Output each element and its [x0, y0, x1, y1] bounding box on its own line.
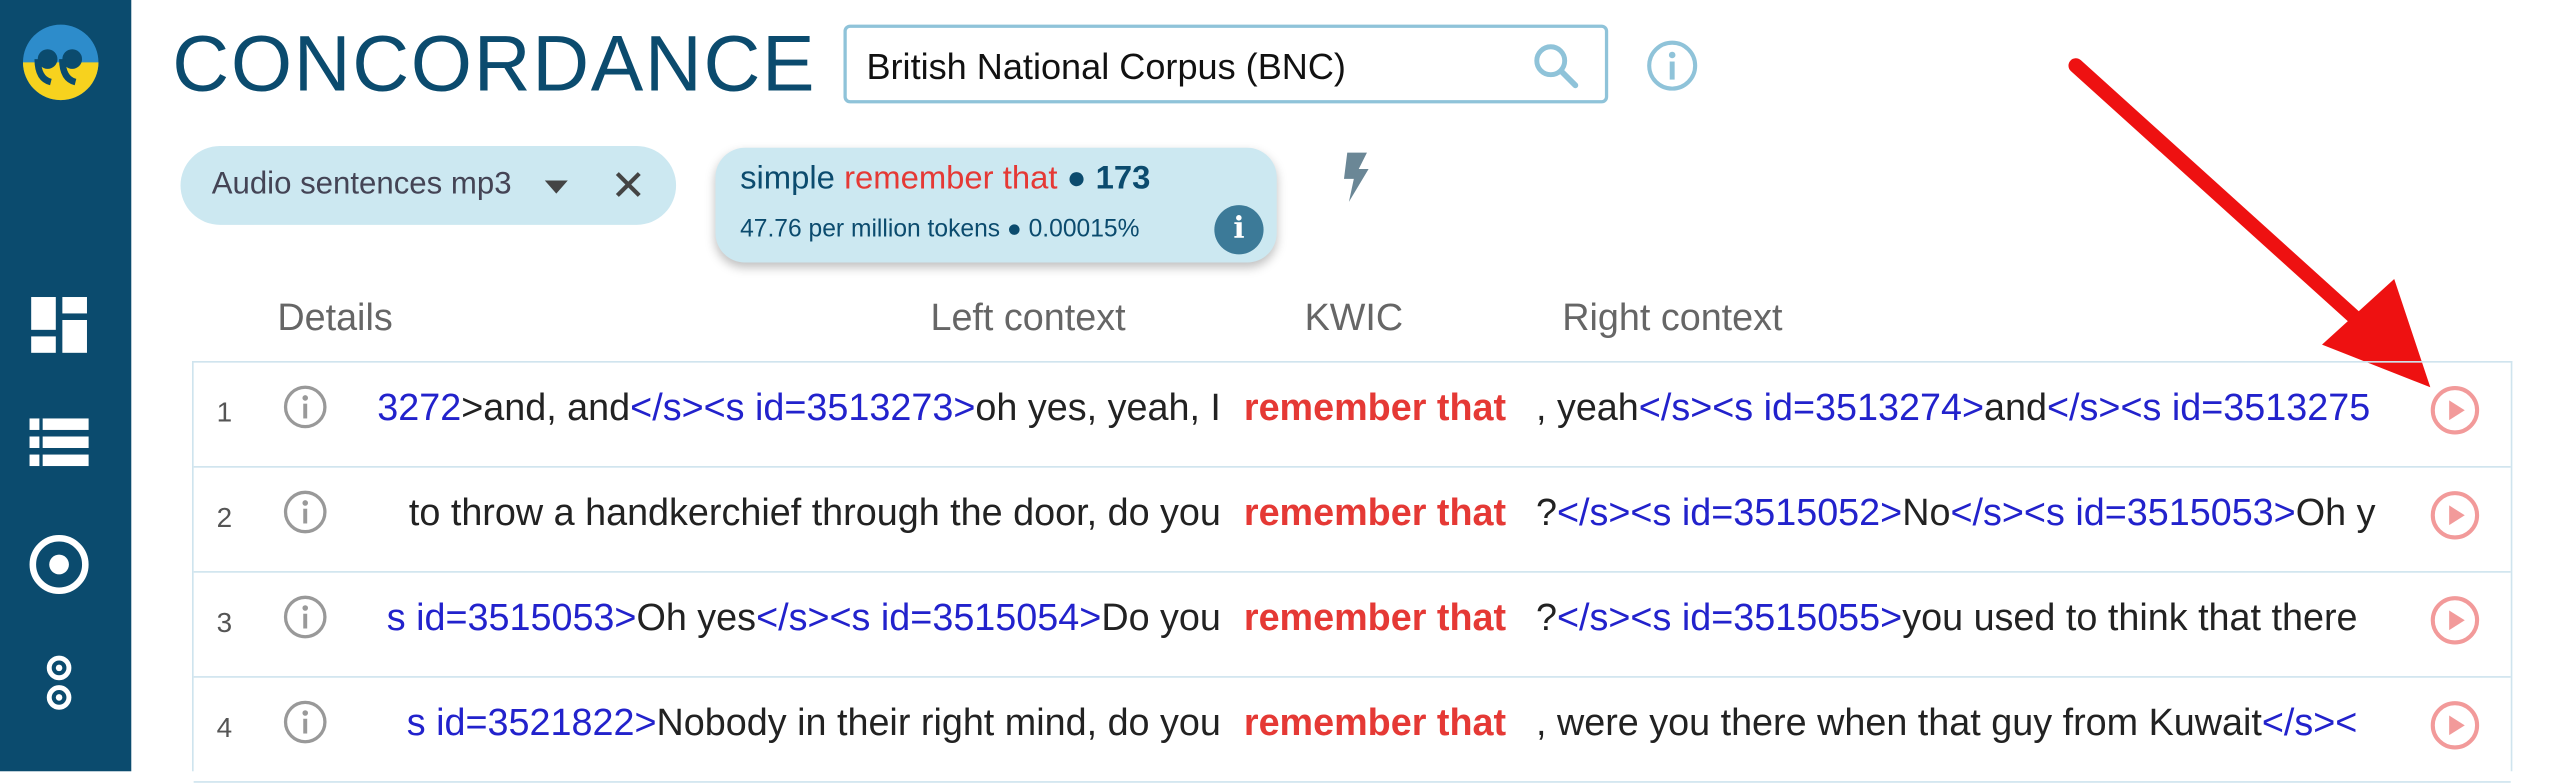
context-text: oh yes, yeah, I — [975, 385, 1221, 429]
column-kwic[interactable]: KWIC — [1305, 295, 1404, 339]
column-left-context[interactable]: Left context — [930, 295, 1125, 339]
sentence-tag: </s>< — [2261, 700, 2358, 744]
play-icon[interactable] — [2429, 699, 2482, 752]
sidebar — [0, 0, 132, 772]
table-row[interactable]: 4 s id=3521822>Nobody in their right mind… — [193, 678, 2511, 783]
left-context: 3272>and, and</s><s id=3513273>oh yes, y… — [364, 386, 1221, 435]
context-text: No — [1902, 490, 1951, 534]
right-context: ?</s><s id=3515052>No</s><s id=3515053>O… — [1536, 491, 2402, 540]
right-context: ?</s><s id=3515055>you used to think tha… — [1536, 596, 2402, 645]
kwic-keyword[interactable]: remember that — [1244, 491, 1506, 535]
search-query: remember that — [844, 160, 1058, 197]
chevron-down-icon[interactable] — [544, 180, 568, 194]
table-row[interactable]: 1 3272>and, and</s><s id=3513273>oh yes, … — [193, 363, 2511, 468]
sentence-tag: s id=3515053> — [386, 595, 637, 639]
row-number: 4 — [216, 712, 233, 744]
row-number: 1 — [216, 397, 233, 429]
corpus-name: British National Corpus (BNC) — [866, 45, 1346, 87]
dashboard-icon[interactable] — [26, 292, 92, 358]
kwic-keyword[interactable]: remember that — [1244, 701, 1506, 745]
sentence-tag: </s><s id=3515054> — [756, 595, 1102, 639]
sentence-tag: </s><s id=3515052> — [1556, 490, 1903, 534]
row-number: 3 — [216, 607, 233, 639]
sentence-tag: </s><s id=3515053> — [1950, 490, 2296, 534]
context-text: >and, and — [461, 385, 631, 429]
search-icon[interactable] — [1533, 43, 1579, 89]
left-context: to throw a handkerchief through the door… — [364, 491, 1221, 540]
info-icon[interactable] — [282, 699, 328, 745]
play-icon[interactable] — [2429, 594, 2482, 647]
left-context: s id=3515053>Oh yes</s><s id=3515054>Do … — [364, 596, 1221, 645]
result-stats: 47.76 per million tokens ● 0.00015% — [740, 214, 1140, 243]
result-summary-card: simple remember that ● 173 47.76 per mil… — [715, 147, 1277, 263]
result-query-line: simple remember that ● 173 — [740, 161, 1150, 199]
search-mode: simple — [740, 160, 835, 197]
concordance-table: 1 3272>and, and</s><s id=3513273>oh yes, … — [191, 361, 2513, 783]
info-icon[interactable]: i — [1214, 205, 1264, 255]
close-icon[interactable]: ✕ — [610, 164, 646, 207]
kwic-keyword[interactable]: remember that — [1244, 386, 1506, 430]
bullet: ● — [1066, 160, 1087, 197]
kwic-keyword[interactable]: remember that — [1244, 596, 1506, 640]
context-text: ? — [1535, 595, 1557, 639]
table-row[interactable]: 2 to throw a handkerchief through the doo… — [193, 468, 2511, 573]
sentence-tag: </s><s id=3513275 — [2047, 385, 2371, 429]
right-context: , yeah</s><s id=3513274>and</s><s id=351… — [1536, 386, 2402, 435]
context-text: Oh y — [2295, 490, 2376, 534]
target-icon[interactable] — [26, 532, 92, 598]
play-icon[interactable] — [2429, 384, 2482, 437]
context-text: , were you there when that guy from Kuwa… — [1535, 700, 2262, 744]
column-right-context[interactable]: Right context — [1562, 295, 1782, 339]
corpus-search-input[interactable]: British National Corpus (BNC) — [843, 24, 1609, 104]
sentence-tag: </s><s id=3515055> — [1556, 595, 1903, 639]
context-text: to throw a handkerchief through the door… — [408, 490, 1221, 534]
info-icon[interactable] — [282, 489, 328, 535]
row-number: 2 — [216, 502, 233, 534]
context-text: Nobody in their right mind, do you — [656, 700, 1221, 744]
context-text: ? — [1535, 490, 1557, 534]
context-text: Oh yes — [636, 595, 757, 639]
list-icon[interactable] — [26, 410, 92, 476]
right-context: , were you there when that guy from Kuwa… — [1536, 701, 2402, 750]
context-text: and — [1984, 385, 2048, 429]
sentence-tag: 3272 — [377, 385, 462, 429]
context-text: , yeah — [1535, 385, 1639, 429]
play-icon[interactable] — [2429, 489, 2482, 542]
audio-filter-label: Audio sentences mp3 — [211, 167, 512, 202]
quote-logo-icon[interactable] — [21, 23, 100, 102]
column-details[interactable]: Details — [277, 295, 392, 339]
info-icon[interactable] — [282, 594, 328, 640]
hit-count: 173 — [1095, 160, 1151, 197]
context-text: you used to think that there — [1902, 595, 2358, 639]
audio-filter-chip[interactable]: Audio sentences mp3 ✕ — [180, 146, 677, 225]
settings-icon[interactable] — [26, 650, 92, 716]
page-title: CONCORDANCE — [172, 21, 817, 109]
left-context: s id=3521822>Nobody in their right mind,… — [364, 701, 1221, 750]
table-row[interactable]: 3 s id=3515053>Oh yes</s><s id=3515054>Do… — [193, 573, 2511, 678]
context-text: Do you — [1101, 595, 1221, 639]
sentence-tag: s id=3521822> — [406, 700, 657, 744]
sentence-tag: </s><s id=3513274> — [1638, 385, 1985, 429]
sentence-tag: </s><s id=3513273> — [630, 385, 976, 429]
info-icon[interactable] — [282, 384, 328, 430]
lightning-icon[interactable] — [1336, 151, 1375, 204]
page: CONCORDANCE British National Corpus (BNC… — [0, 0, 2560, 783]
annotation-arrow — [2068, 58, 2431, 388]
info-icon[interactable] — [1646, 39, 1699, 92]
